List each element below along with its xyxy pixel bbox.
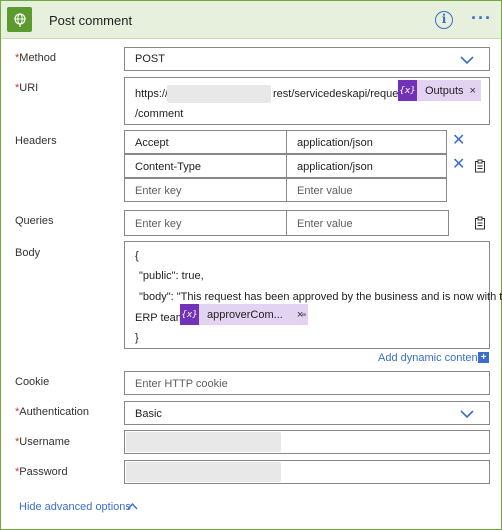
http-connector-icon bbox=[7, 7, 32, 32]
redacted-username bbox=[126, 432, 281, 452]
cookie-label: Cookie bbox=[15, 376, 50, 388]
password-label: *Password bbox=[15, 466, 68, 478]
query-key-input[interactable]: Enter key bbox=[124, 210, 287, 236]
hide-advanced-options-link[interactable]: Hide advanced options bbox=[19, 501, 131, 513]
token-label: Outputs bbox=[425, 84, 464, 97]
uri-suffix: /comment bbox=[135, 108, 184, 120]
body-line: "body": "This request has been approved … bbox=[139, 291, 502, 303]
method-value: POST bbox=[135, 53, 165, 65]
info-icon[interactable]: i bbox=[435, 11, 453, 29]
body-line: { bbox=[135, 250, 139, 262]
header-key-cell[interactable]: Accept bbox=[124, 130, 287, 154]
cookie-input[interactable]: Enter HTTP cookie bbox=[124, 371, 490, 395]
redacted-host bbox=[167, 85, 271, 103]
card-header[interactable]: Post comment i ··· bbox=[1, 1, 501, 39]
switch-to-text-mode-icon[interactable] bbox=[474, 159, 486, 173]
action-card: Post comment i ··· *Method POST *URI htt… bbox=[0, 0, 502, 530]
approver-comment-token[interactable]: {x} approverCom... × bbox=[180, 304, 309, 325]
method-label: *Method bbox=[15, 52, 56, 64]
username-input[interactable] bbox=[124, 430, 490, 454]
query-value-input[interactable]: Enter value bbox=[286, 210, 449, 236]
uri-prefix: https:// bbox=[135, 88, 169, 100]
header-key-cell[interactable]: Content-Type bbox=[124, 154, 287, 178]
chevron-up-icon[interactable] bbox=[127, 503, 138, 510]
uri-label: *URI bbox=[15, 82, 39, 94]
expression-icon: {x} bbox=[398, 80, 417, 101]
remove-token-icon[interactable]: × bbox=[470, 85, 481, 97]
body-label: Body bbox=[15, 247, 41, 259]
card-title: Post comment bbox=[49, 13, 133, 28]
authentication-label: *Authentication bbox=[15, 406, 89, 418]
password-input[interactable] bbox=[124, 460, 490, 484]
header-value-cell[interactable]: application/json bbox=[286, 130, 447, 154]
chevron-down-icon bbox=[460, 56, 474, 64]
uri-path: rest/servicedeskapi/request/ bbox=[273, 88, 410, 100]
method-dropdown[interactable]: POST bbox=[124, 47, 490, 71]
delete-row-icon[interactable]: ✕ bbox=[452, 157, 465, 173]
headers-label: Headers bbox=[15, 135, 57, 147]
body-line: "public": true, bbox=[139, 270, 204, 282]
username-label: *Username bbox=[15, 436, 71, 448]
switch-to-text-mode-icon[interactable] bbox=[474, 216, 486, 230]
delete-row-icon[interactable]: ✕ bbox=[452, 133, 465, 149]
queries-label: Queries bbox=[15, 215, 54, 227]
token-label: approverCom... bbox=[207, 308, 283, 321]
chevron-down-icon bbox=[460, 410, 474, 418]
add-dynamic-content-link[interactable]: Add dynamic content bbox=[378, 352, 481, 364]
header-value-cell[interactable]: application/json bbox=[286, 154, 447, 178]
plus-icon[interactable]: + bbox=[478, 352, 489, 363]
authentication-value: Basic bbox=[135, 408, 162, 420]
body-line: " bbox=[302, 312, 306, 324]
outputs-token[interactable]: {x} Outputs × bbox=[398, 80, 481, 101]
body-line: } bbox=[135, 332, 139, 344]
authentication-dropdown[interactable]: Basic bbox=[124, 401, 490, 425]
more-options-icon[interactable]: ··· bbox=[471, 8, 492, 29]
redacted-password bbox=[126, 462, 281, 482]
header-value-input[interactable]: Enter value bbox=[286, 178, 447, 202]
uri-input[interactable]: https:// rest/servicedeskapi/request/ {x… bbox=[124, 77, 490, 125]
expression-icon: {x} bbox=[180, 304, 199, 325]
header-key-input[interactable]: Enter key bbox=[124, 178, 287, 202]
